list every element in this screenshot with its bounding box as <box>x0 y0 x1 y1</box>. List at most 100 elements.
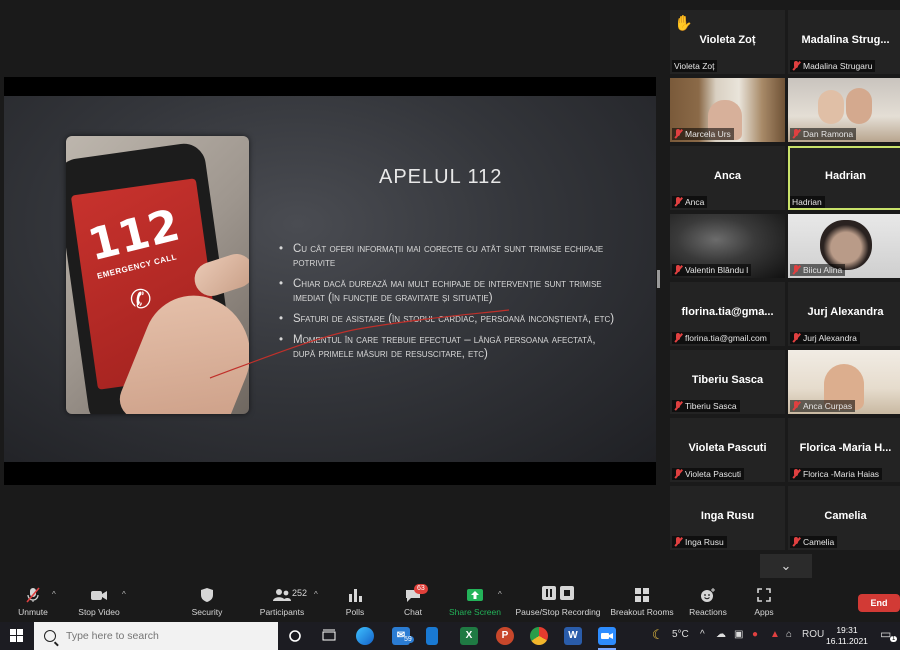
meeting-tray-icon[interactable]: ▣ <box>734 629 743 640</box>
zoom-app-icon[interactable] <box>598 627 616 645</box>
participant-face <box>846 88 872 124</box>
edge-browser-icon[interactable] <box>356 627 374 645</box>
share-screen-button[interactable]: Share Screen <box>448 586 502 617</box>
clock-date: 16.11.2021 <box>826 636 868 646</box>
weather-temperature[interactable]: 5°C <box>672 629 689 640</box>
audio-options-caret-icon[interactable]: ^ <box>52 590 56 599</box>
participant-tile[interactable]: Valentin Blându l <box>670 214 785 278</box>
participant-label: Marcela Urs <box>672 128 734 140</box>
participant-name: Anca <box>714 170 741 182</box>
participant-tile[interactable]: Anca Curpas <box>788 350 900 414</box>
security-button[interactable]: Security <box>186 586 228 617</box>
participant-tile[interactable]: Inga Rusu Inga Rusu <box>670 486 785 550</box>
muted-mic-icon <box>792 333 800 343</box>
split-resize-handle[interactable] <box>657 270 660 288</box>
cloud-icon[interactable]: ☁ <box>716 629 726 640</box>
participant-tile[interactable]: Madalina Strug... Madalina Strugaru <box>788 10 900 74</box>
mic-tray-icon[interactable]: ● <box>752 629 758 640</box>
participant-name: Florica -Maria H... <box>799 442 892 454</box>
weather-moon-icon[interactable]: ☾ <box>652 627 664 643</box>
taskbar-clock[interactable]: 19:31 16.11.2021 <box>826 625 868 647</box>
end-meeting-button[interactable]: End <box>858 594 900 612</box>
breakout-rooms-icon <box>635 588 649 602</box>
excel-icon[interactable]: X <box>460 627 478 645</box>
participant-label-text: Violeta Zoț <box>674 61 715 71</box>
windows-logo-pane <box>17 636 23 642</box>
participant-face <box>820 220 872 270</box>
polls-button[interactable]: Polls <box>340 586 370 617</box>
chrome-icon[interactable] <box>530 627 548 645</box>
participant-tile[interactable]: Florica -Maria H... Florica -Maria Haias <box>788 418 900 482</box>
task-view-icon[interactable] <box>320 627 338 645</box>
participant-tile[interactable]: Biicu Alina <box>788 214 900 278</box>
acrobat-tray-icon[interactable]: ▲ <box>770 629 780 640</box>
participant-tile[interactable]: florina.tia@gma... florina.tia@gmail.com <box>670 282 785 346</box>
participant-label: Tiberiu Sasca <box>672 400 740 412</box>
participant-label-text: Camelia <box>803 537 835 547</box>
powerpoint-icon[interactable]: P <box>496 627 514 645</box>
participant-label-text: florina.tia@gmail.com <box>685 333 767 343</box>
participant-name: florina.tia@gma... <box>681 306 774 318</box>
participant-name: Tiberiu Sasca <box>691 374 764 386</box>
windows-start-button[interactable] <box>10 629 24 643</box>
participant-label: florina.tia@gmail.com <box>672 332 770 344</box>
unmute-button[interactable]: Unmute <box>12 586 54 617</box>
language-indicator[interactable]: ROU <box>802 629 824 640</box>
pause-stop-recording-button[interactable]: Pause/Stop Recording <box>514 586 602 617</box>
participant-label-text: Violeta Pascuti <box>685 469 742 479</box>
participant-tile[interactable]: Marcela Urs <box>670 78 785 142</box>
participant-label: Valentin Blându l <box>672 264 752 276</box>
participant-label-text: Inga Rusu <box>685 537 724 547</box>
network-icon[interactable]: ⌂ <box>786 629 792 640</box>
participant-label-text: Hadrian <box>792 197 822 207</box>
breakout-rooms-button[interactable]: Breakout Rooms <box>610 586 674 617</box>
notification-count-badge: 1 <box>890 636 898 642</box>
participant-tile[interactable]: Tiberiu Sasca Tiberiu Sasca <box>670 350 785 414</box>
participant-tile[interactable]: Violeta Pascuti Violeta Pascuti <box>670 418 785 482</box>
participant-tile[interactable]: Jurj Alexandra Jurj Alexandra <box>788 282 900 346</box>
muted-mic-icon <box>792 401 800 411</box>
share-screen-label: Share Screen <box>449 607 501 617</box>
reactions-button[interactable]: Reactions <box>686 586 730 617</box>
participant-tile[interactable]: Dan Ramona <box>788 78 900 142</box>
presentation-slide: 112 EMERGENCY CALL ✆ APELUL 112 Cu cât o… <box>4 96 656 462</box>
share-options-caret-icon[interactable]: ^ <box>498 590 502 599</box>
polls-icon <box>349 589 362 602</box>
participant-name: Madalina Strug... <box>801 34 890 46</box>
participant-label: Violeta Pascuti <box>672 468 745 480</box>
search-icon <box>44 630 56 642</box>
participant-label: Dan Ramona <box>790 128 857 140</box>
cortana-icon[interactable] <box>286 627 304 645</box>
reactions-smiley-icon <box>701 588 715 602</box>
participants-label: Participants <box>259 607 305 617</box>
participant-tile[interactable]: Camelia Camelia <box>788 486 900 550</box>
video-options-caret-icon[interactable]: ^ <box>122 590 126 599</box>
stop-video-button[interactable]: Stop Video <box>74 586 124 617</box>
participant-name: Jurj Alexandra <box>807 306 884 318</box>
phone-link-icon[interactable] <box>426 627 438 645</box>
participants-options-caret-icon[interactable]: ^ <box>314 590 318 599</box>
muted-mic-icon <box>792 265 800 275</box>
participant-tile[interactable]: ✋ Violeta Zoț Violeta Zoț <box>670 10 785 74</box>
video-camera-icon <box>91 591 107 600</box>
muted-mic-icon <box>674 537 682 547</box>
breakout-rooms-label: Breakout Rooms <box>610 607 674 617</box>
recording-label: Pause/Stop Recording <box>515 607 601 617</box>
chat-unread-badge: 63 <box>414 584 428 594</box>
apps-button[interactable]: Apps <box>748 586 780 617</box>
tray-expand-chevron-icon[interactable]: ^ <box>700 629 705 640</box>
taskbar-search-input[interactable] <box>66 630 266 642</box>
gallery-next-page-button[interactable]: ⌄ <box>760 554 812 578</box>
word-icon[interactable]: W <box>564 627 582 645</box>
apps-icon <box>757 588 771 602</box>
participant-tile-active-speaker[interactable]: Hadrian Hadrian <box>788 146 900 210</box>
participant-face <box>818 90 844 124</box>
participant-label-text: Anca <box>685 197 705 207</box>
security-label: Security <box>191 607 223 617</box>
participant-tile[interactable]: Anca Anca <box>670 146 785 210</box>
taskbar-search-box[interactable] <box>34 622 278 650</box>
participant-label-text: Tiberiu Sasca <box>685 401 737 411</box>
participant-label: Florica -Maria Haias <box>790 468 883 480</box>
chevron-down-icon: ⌄ <box>780 558 792 573</box>
participant-label-text: Anca Curpas <box>803 401 853 411</box>
